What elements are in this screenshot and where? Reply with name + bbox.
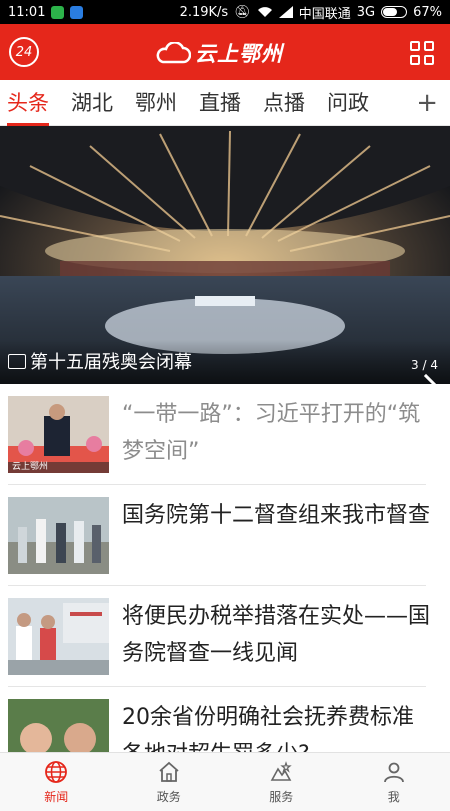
battery-icon	[381, 6, 408, 18]
tab-hubei[interactable]: 湖北	[71, 80, 113, 126]
tab-vod[interactable]: 点播	[263, 80, 305, 126]
notification-app-icon	[70, 5, 84, 19]
battery-percent: 67%	[413, 4, 442, 20]
home-icon	[159, 761, 179, 782]
nav-service-label: 服务	[269, 789, 294, 804]
nav-service[interactable]: 服务	[225, 753, 338, 811]
nav-government-label: 政务	[156, 789, 181, 804]
news-title: 国务院第十二督查组来我市督查	[122, 503, 431, 528]
news-title: “一带一路”：习近平打开的“筑梦空间”	[122, 402, 421, 464]
app-logo: 云上鄂州	[155, 38, 283, 68]
tab-wenzheng[interactable]: 问政	[327, 80, 369, 126]
add-channel-icon[interactable]: +	[416, 90, 438, 116]
mute-icon: 🔕︎	[234, 4, 251, 20]
status-time: 11:01	[8, 4, 46, 20]
carrier: 中国联通	[298, 6, 351, 22]
image-icon	[8, 353, 26, 369]
menu-grid-icon[interactable]	[410, 41, 434, 65]
hero-caption: 第十五届残奥会闭幕	[8, 348, 192, 374]
hero-caption-text: 第十五届残奥会闭幕	[30, 352, 192, 373]
list-item[interactable]: 国务院第十二督查组来我市督查	[0, 485, 450, 586]
tab-toutiao[interactable]: 头条	[7, 80, 49, 126]
news-list: 云上鄂州 “一带一路”：习近平打开的“筑梦空间” 国务院第十二督查组来我市督查 …	[0, 384, 450, 788]
nav-government[interactable]: 政务	[113, 753, 226, 811]
cloud-icon	[156, 42, 191, 64]
nav-me-label: 我	[387, 789, 400, 804]
hero-page-indicator: 3 / 4	[411, 358, 438, 372]
hero-carousel[interactable]: 第十五届残奥会闭幕 3 / 4	[0, 126, 450, 384]
notification-app-icon	[51, 5, 65, 19]
thumb-caption: 云上鄂州	[12, 462, 49, 472]
globe-icon	[45, 760, 68, 783]
tab-ezhou[interactable]: 鄂州	[135, 80, 177, 126]
network-type: 3G	[356, 4, 376, 20]
news-thumbnail	[8, 598, 109, 675]
status-bar: 11:01 2.19K/s 🔕︎ 中国联通 3G 67%	[0, 0, 450, 24]
nav-news-label: 新闻	[44, 789, 69, 804]
list-item[interactable]: 云上鄂州 “一带一路”：习近平打开的“筑梦空间”	[0, 384, 450, 485]
nav-me[interactable]: 我	[338, 753, 450, 811]
news-thumbnail: 云上鄂州	[8, 396, 109, 473]
tab-live[interactable]: 直播	[199, 80, 241, 126]
bottom-nav: 新闻 政务 服务 我	[0, 752, 450, 811]
news-title: 将便民办税举措落在实处——国务院督查一线见闻	[122, 604, 431, 666]
channel-tabs: 头条 湖北 鄂州 直播 点播 问政 +	[0, 80, 450, 126]
news-thumbnail	[8, 497, 109, 574]
wifi-icon	[257, 7, 272, 17]
weather-badge[interactable]: 24	[9, 37, 39, 67]
nav-news[interactable]: 新闻	[0, 753, 113, 811]
signal-icon	[278, 6, 293, 18]
app-logo-text: 云上鄂州	[195, 42, 283, 66]
user-icon	[383, 762, 404, 782]
service-icon	[270, 760, 292, 781]
list-item[interactable]: 将便民办税举措落在实处——国务院督查一线见闻	[0, 586, 450, 687]
app-header: 24 云上鄂州	[0, 24, 450, 80]
net-speed: 2.19K/s	[179, 4, 229, 20]
